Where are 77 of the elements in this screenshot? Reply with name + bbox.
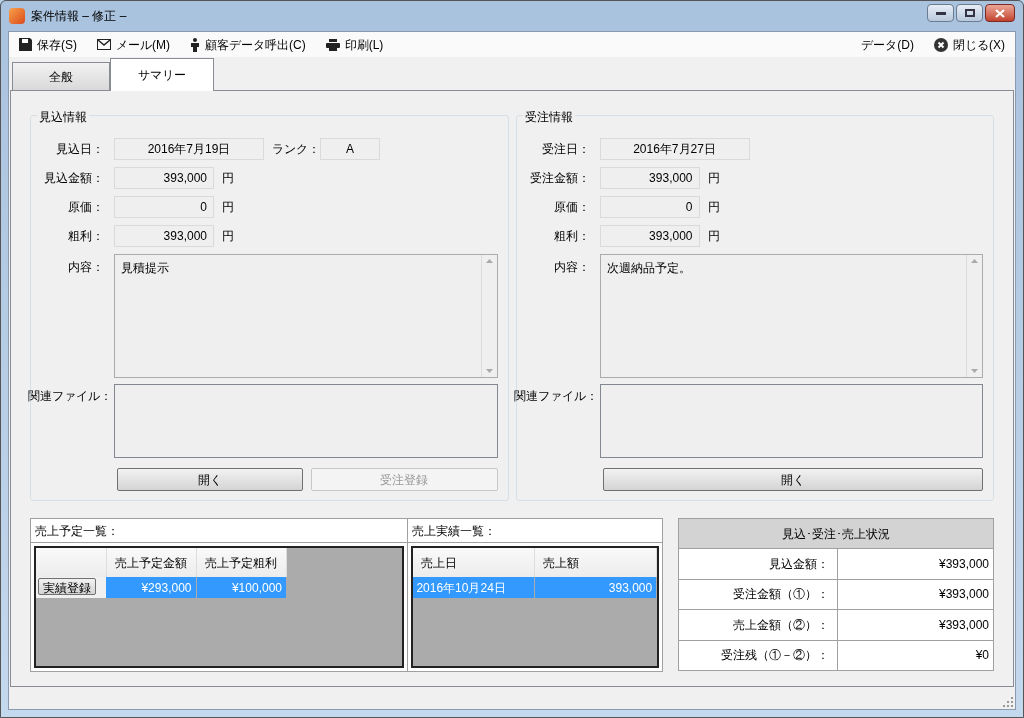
toolbar-button[interactable]: 閉じる(X) — [934, 35, 1005, 54]
table-cell: 受注残（①－②）： — [678, 640, 838, 670]
toolbar-button[interactable]: 顧客データ呼出(C) — [190, 35, 306, 54]
read-only-field: 393,000 — [599, 224, 700, 247]
read-only-field: 393,000 — [114, 224, 214, 247]
field-label: 原価： — [67, 198, 105, 216]
table-cell-text: ¥393,000 — [937, 586, 990, 604]
unit-label: 円 — [222, 169, 234, 187]
window-title: 案件情報 – 修正 – — [31, 8, 127, 25]
textarea-text: 見積提示 — [120, 260, 170, 277]
table-cell: 売上金額（②）： — [678, 610, 838, 640]
field-label: 関連ファイル： — [28, 389, 113, 404]
table-cell: 2016年10月24日 — [413, 577, 535, 598]
table-row[interactable]: 実績登録 ¥293,000 ¥100,000 — [36, 577, 286, 598]
read-only-field: A — [320, 137, 380, 160]
minimize-button[interactable] — [927, 4, 954, 22]
maximize-button[interactable] — [956, 4, 983, 22]
table-cell-text: ¥393,000 — [937, 616, 990, 634]
group-title: 受注情報 — [522, 108, 575, 126]
toolbar-button[interactable]: データ(D) — [861, 35, 914, 54]
minimize-icon — [935, 11, 946, 15]
tab[interactable]: 全般 — [12, 62, 110, 90]
table-cell: 見込金額： — [678, 549, 838, 579]
unit-label: 円 — [707, 198, 720, 216]
field-label: 受注金額： — [528, 169, 591, 187]
table-cell: 受注金額（①）： — [678, 579, 838, 609]
read-only-field: 2016年7月27日 — [599, 137, 750, 160]
read-only-field: 2016年7月19日 — [114, 137, 264, 160]
field-label: 内容： — [552, 259, 591, 276]
app-logo-icon — [9, 8, 25, 24]
table-cell: ¥293,000 — [106, 577, 196, 598]
unit-label: 円 — [222, 227, 234, 245]
list-title: 売上実績一覧： — [408, 519, 662, 543]
group-title: 見込情報 — [37, 108, 89, 126]
read-only-field: 0 — [114, 195, 214, 218]
register-button[interactable]: 実績登録 — [38, 578, 96, 595]
field-label: 見込金額： — [43, 169, 105, 187]
scroll-up-icon[interactable] — [971, 259, 978, 263]
maximize-icon — [964, 9, 975, 17]
field-label: 原価： — [552, 198, 591, 216]
table-cell: ¥100,000 — [196, 577, 286, 598]
close-button[interactable] — [985, 4, 1015, 22]
list-title: 売上予定一覧： — [31, 519, 408, 543]
field-label: 見込日： — [55, 140, 105, 158]
read-only-field: 0 — [599, 195, 700, 218]
table-cell: 393,000 — [534, 577, 657, 598]
field-label: 受注日： — [540, 140, 591, 158]
scroll-up-icon[interactable] — [485, 259, 493, 263]
resize-grip-icon[interactable] — [1003, 697, 1013, 707]
toolbar-button[interactable]: メール(M) — [97, 35, 170, 54]
field-label: 内容： — [67, 259, 105, 276]
action-button[interactable]: 開く — [117, 468, 304, 491]
table-cell-text: ¥393,000 — [937, 555, 990, 573]
save-icon — [19, 38, 32, 51]
textarea-text: 次週納品予定。 — [605, 260, 692, 277]
action-button[interactable]: 開く — [602, 468, 983, 491]
toolbar-button[interactable]: 印刷(L) — [325, 35, 384, 54]
envelope-icon — [97, 39, 111, 50]
unit-label: 円 — [222, 198, 234, 216]
scroll-down-icon[interactable] — [971, 369, 978, 373]
table-cell-text: ¥0 — [974, 647, 990, 665]
close-icon — [995, 8, 1005, 18]
read-only-field: 393,000 — [599, 166, 700, 189]
person-icon — [190, 37, 200, 52]
read-only-field: 393,000 — [114, 166, 214, 189]
table-header: 見込･受注･売上状況 — [678, 519, 993, 549]
scroll-down-icon[interactable] — [485, 369, 493, 373]
printer-icon — [325, 38, 340, 51]
toolbar-button[interactable]: 保存(S) — [19, 35, 77, 54]
field-label: 粗利： — [552, 227, 591, 245]
field-label: ランク： — [272, 140, 320, 158]
tab[interactable]: サマリー — [110, 58, 214, 91]
close-circle-icon — [934, 37, 948, 52]
unit-label: 円 — [707, 169, 720, 187]
field-label: 関連ファイル： — [513, 389, 599, 404]
field-label: 粗利： — [67, 227, 105, 245]
unit-label: 円 — [707, 227, 720, 245]
